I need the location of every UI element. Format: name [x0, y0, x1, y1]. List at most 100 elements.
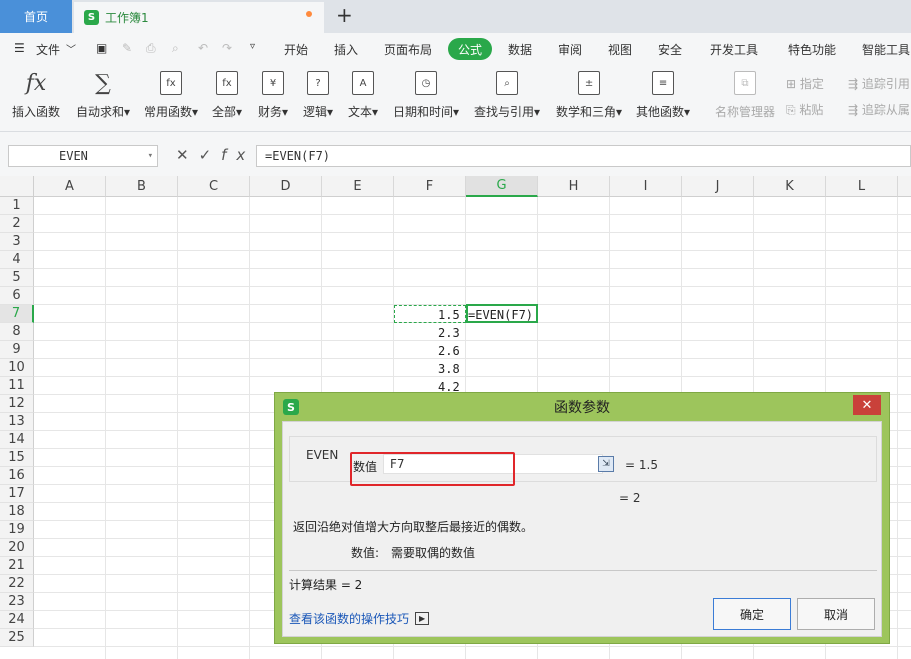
- row-header-8[interactable]: 8: [0, 323, 34, 341]
- column-header-d[interactable]: D: [250, 176, 322, 197]
- cell-f7[interactable]: 1.5: [438, 308, 460, 322]
- row-header-23[interactable]: 23: [0, 593, 34, 611]
- menu-page-layout[interactable]: 页面布局: [384, 41, 432, 58]
- dialog-title: 函数参数: [554, 400, 610, 416]
- menu-view[interactable]: 视图: [608, 41, 632, 58]
- autosum-button[interactable]: ∑ 自动求和▾: [76, 71, 130, 120]
- cell-f9[interactable]: 2.6: [438, 344, 460, 358]
- grid-line: [34, 214, 911, 215]
- financial-button[interactable]: ¥ 财务▾: [258, 71, 288, 120]
- menu-review[interactable]: 审阅: [558, 41, 582, 58]
- menu-data[interactable]: 数据: [508, 41, 532, 58]
- row-header-19[interactable]: 19: [0, 521, 34, 539]
- row-header-18[interactable]: 18: [0, 503, 34, 521]
- row-header-25[interactable]: 25: [0, 629, 34, 647]
- column-header-c[interactable]: C: [178, 176, 250, 197]
- row-header-2[interactable]: 2: [0, 215, 34, 233]
- trace-dependents-button[interactable]: ⇶ 追踪从属: [848, 101, 910, 118]
- row-header-20[interactable]: 20: [0, 539, 34, 557]
- text-button[interactable]: A 文本▾: [348, 71, 378, 120]
- close-button[interactable]: ✕: [853, 395, 881, 415]
- name-manager-button[interactable]: ⧉ 名称管理器: [715, 71, 775, 120]
- row-header-11[interactable]: 11: [0, 377, 34, 395]
- confirm-formula-icon[interactable]: ✓: [199, 146, 222, 164]
- row-header-10[interactable]: 10: [0, 359, 34, 377]
- row-header-16[interactable]: 16: [0, 467, 34, 485]
- column-header-l[interactable]: L: [826, 176, 898, 197]
- row-header-3[interactable]: 3: [0, 233, 34, 251]
- print-icon[interactable]: ⎙: [146, 41, 156, 56]
- row-header-15[interactable]: 15: [0, 449, 34, 467]
- quick-access-dropdown-icon[interactable]: ▿: [250, 41, 255, 52]
- column-header-e[interactable]: E: [322, 176, 394, 197]
- row-header-13[interactable]: 13: [0, 413, 34, 431]
- tab-workbook[interactable]: S 工作簿1: [74, 2, 324, 33]
- menu-security[interactable]: 安全: [658, 41, 682, 58]
- row-header-22[interactable]: 22: [0, 575, 34, 593]
- menu-developer[interactable]: 开发工具: [710, 41, 758, 58]
- formula-controls: ✕✓fx: [176, 146, 255, 164]
- save-icon[interactable]: ▣: [96, 41, 107, 55]
- all-functions-button[interactable]: fx 全部▾: [212, 71, 242, 120]
- menu-smart-tools[interactable]: 智能工具: [862, 41, 910, 58]
- more-functions-button[interactable]: ≡ 其他函数▾: [636, 71, 690, 120]
- menu-formulas[interactable]: 公式: [448, 38, 493, 60]
- cancel-formula-icon[interactable]: ✕: [176, 146, 199, 164]
- menu-start[interactable]: 开始: [284, 41, 308, 58]
- grid-line: [34, 232, 911, 233]
- function-tips-link[interactable]: 查看该函数的操作技巧 ▶: [289, 610, 430, 627]
- lookup-reference-button[interactable]: ⌕ 查找与引用▾: [474, 71, 540, 120]
- column-header-a[interactable]: A: [34, 176, 106, 197]
- column-header-g[interactable]: G: [466, 176, 538, 197]
- undo-icon[interactable]: ↶: [198, 41, 208, 55]
- logical-button[interactable]: ? 逻辑▾: [303, 71, 333, 120]
- format-painter-icon[interactable]: ✎: [122, 41, 132, 55]
- math-trig-button[interactable]: ± 数学和三角▾: [556, 71, 622, 120]
- common-functions-button[interactable]: fx 常用函数▾: [144, 71, 198, 120]
- column-header-j[interactable]: J: [682, 176, 754, 197]
- row-header-5[interactable]: 5: [0, 269, 34, 287]
- row-header-21[interactable]: 21: [0, 557, 34, 575]
- select-all-corner[interactable]: [0, 176, 34, 197]
- cancel-button[interactable]: 取消: [797, 598, 875, 630]
- row-header-24[interactable]: 24: [0, 611, 34, 629]
- cell-f8[interactable]: 2.3: [438, 326, 460, 340]
- row-header-9[interactable]: 9: [0, 341, 34, 359]
- column-header-i[interactable]: I: [610, 176, 682, 197]
- name-box[interactable]: EVEN ▾: [8, 145, 158, 167]
- paste-name-button[interactable]: ⎘ 粘贴: [786, 101, 823, 118]
- new-tab-button[interactable]: +: [336, 3, 353, 27]
- dialog-body: EVEN 数值 F7 ⇲ = 1.5 = 2 返回沿绝对值增大方向取整后最接近的…: [282, 421, 882, 637]
- define-name-button[interactable]: ⊞ 指定: [786, 75, 824, 92]
- redo-icon[interactable]: ↷: [222, 41, 232, 55]
- video-play-icon[interactable]: ▶: [415, 612, 430, 625]
- date-time-button[interactable]: ◷ 日期和时间▾: [393, 71, 459, 120]
- row-header-17[interactable]: 17: [0, 485, 34, 503]
- menu-file[interactable]: 文件: [36, 41, 60, 58]
- insert-function-icon[interactable]: fx: [221, 146, 255, 164]
- hamburger-icon[interactable]: ☰: [14, 41, 25, 55]
- sigma-icon: ∑: [95, 70, 111, 96]
- row-header-12[interactable]: 12: [0, 395, 34, 413]
- preview-icon[interactable]: ⌕: [172, 41, 179, 56]
- menu-features[interactable]: 特色功能: [788, 41, 836, 58]
- collapse-dialog-icon[interactable]: ⇲: [598, 456, 614, 472]
- column-header-f[interactable]: F: [394, 176, 466, 197]
- ok-button[interactable]: 确定: [713, 598, 791, 630]
- formula-input[interactable]: =EVEN(F7): [256, 145, 911, 167]
- tab-home[interactable]: 首页: [0, 0, 72, 33]
- row-header-1[interactable]: 1: [0, 197, 34, 215]
- trace-precedents-button[interactable]: ⇶ 追踪引用: [848, 75, 910, 92]
- row-header-14[interactable]: 14: [0, 431, 34, 449]
- insert-function-button[interactable]: fx 插入函数: [12, 71, 60, 120]
- column-header-k[interactable]: K: [754, 176, 826, 197]
- column-header-b[interactable]: B: [106, 176, 178, 197]
- row-header-4[interactable]: 4: [0, 251, 34, 269]
- row-header-7[interactable]: 7: [0, 305, 34, 323]
- chevron-down-icon[interactable]: ﹀: [66, 41, 76, 56]
- column-header-h[interactable]: H: [538, 176, 610, 197]
- menu-insert[interactable]: 插入: [334, 41, 358, 58]
- cell-f10[interactable]: 3.8: [438, 362, 460, 376]
- row-header-6[interactable]: 6: [0, 287, 34, 305]
- name-box-dropdown-icon[interactable]: ▾: [148, 146, 153, 166]
